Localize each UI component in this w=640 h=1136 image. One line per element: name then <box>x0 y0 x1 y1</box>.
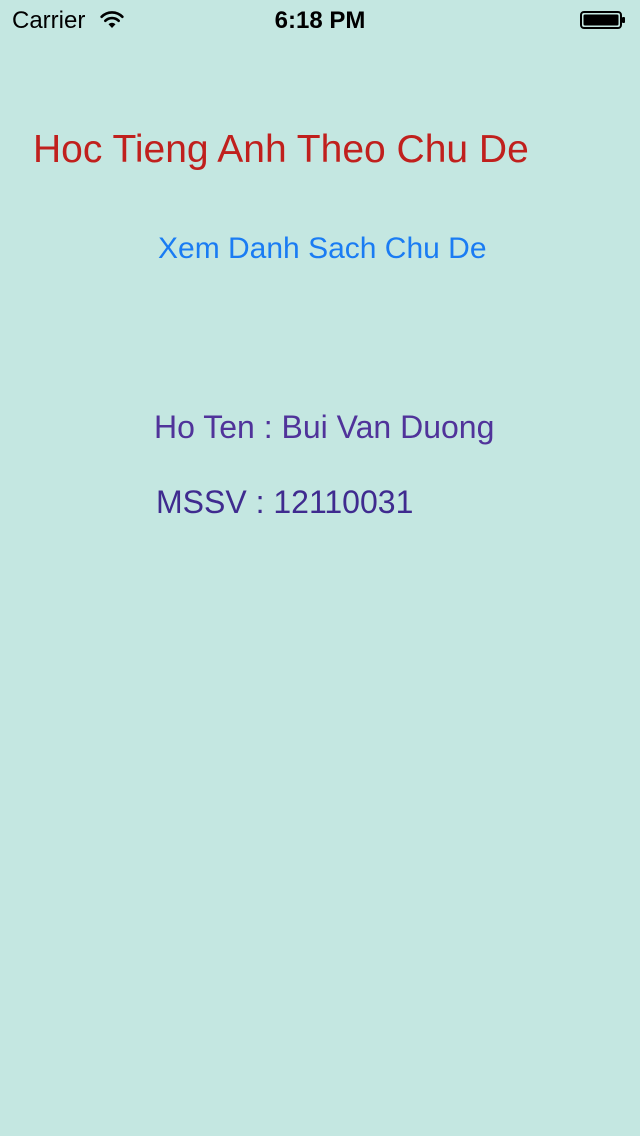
app-title: Hoc Tieng Anh Theo Chu De <box>33 128 529 171</box>
battery-full-icon <box>580 11 626 29</box>
student-name-label: Ho Ten : Bui Van Duong <box>154 409 495 445</box>
clock-time: 6:18 PM <box>274 7 366 34</box>
status-bar: Carrier 6:18 PM <box>0 0 640 40</box>
view-topics-button[interactable]: Xem Danh Sach Chu De <box>158 231 487 267</box>
student-id-label: MSSV : 12110031 <box>156 484 414 520</box>
